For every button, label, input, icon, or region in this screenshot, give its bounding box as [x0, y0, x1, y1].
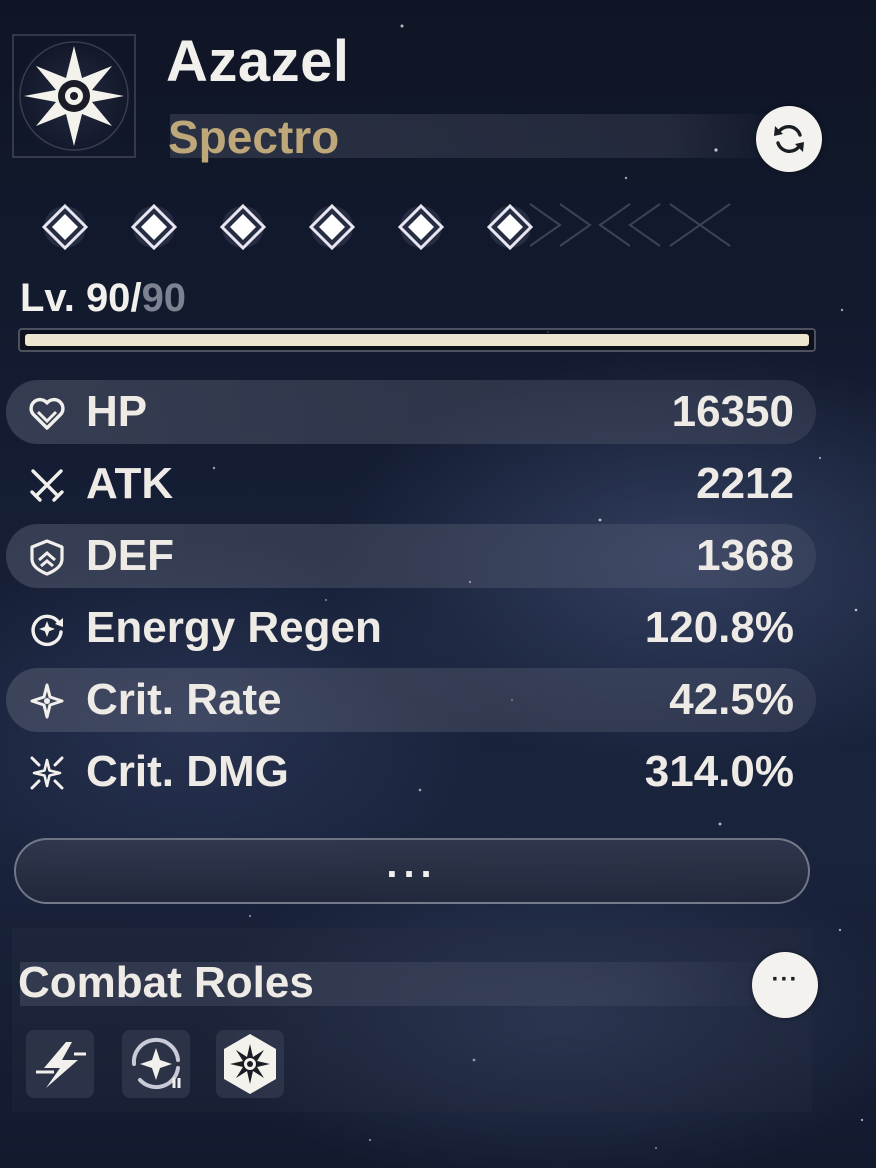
more-stats-button[interactable]: ...	[14, 838, 810, 904]
sequence-node-1[interactable]	[42, 204, 88, 250]
stat-label: HP	[86, 387, 148, 436]
energy-regen-icon	[31, 614, 63, 647]
crit-rate-star-icon	[30, 683, 64, 719]
level-max: 90	[141, 276, 187, 320]
more-stats-label: ...	[386, 842, 438, 886]
stat-value: 2212	[696, 459, 794, 508]
stat-row-crit-dmg: Crit. DMG 314.0%	[6, 740, 816, 804]
sequence-node-6[interactable]	[487, 204, 533, 250]
sequence-node-3[interactable]	[220, 204, 266, 250]
stat-row-def: DEF 1368	[6, 524, 816, 588]
level-progress-fill	[25, 334, 809, 346]
sequence-node-5[interactable]	[398, 204, 444, 250]
stat-value: 16350	[671, 387, 794, 436]
stat-row-atk: ATK 2212	[6, 452, 816, 516]
sequence-nodes	[18, 192, 738, 262]
switch-character-button[interactable]	[756, 106, 822, 172]
more-icon: ···	[771, 966, 799, 993]
support-role-icon	[131, 1037, 181, 1090]
stat-label: DEF	[86, 531, 174, 580]
stat-value: 42.5%	[669, 675, 794, 724]
element-badge	[12, 34, 136, 158]
sequence-node-2[interactable]	[131, 204, 177, 250]
level-progress-bar	[18, 328, 816, 352]
hp-heart-icon	[29, 397, 65, 430]
stat-label: ATK	[86, 459, 174, 508]
level-separator: /	[130, 276, 142, 320]
level-text: Lv. 90/90	[20, 276, 186, 321]
stat-label: Energy Regen	[86, 603, 382, 652]
combat-roles-title: Combat Roles	[18, 958, 314, 1007]
burst-role-icon	[36, 1042, 86, 1088]
combat-role-support[interactable]	[122, 1030, 190, 1098]
stat-row-energy-regen: Energy Regen 120.8%	[6, 596, 816, 660]
sequence-node-4[interactable]	[309, 204, 355, 250]
level-current: 90	[85, 276, 131, 320]
refresh-icon	[774, 125, 804, 153]
crit-dmg-stars-icon	[30, 756, 64, 790]
spectro-element-icon	[19, 41, 129, 151]
stat-value: 314.0%	[644, 747, 794, 796]
stat-value: 1368	[696, 531, 794, 580]
stat-value: 120.8%	[644, 603, 794, 652]
character-name: Azazel	[166, 29, 350, 94]
combat-role-spectro[interactable]	[216, 1030, 284, 1098]
combat-roles-more-button[interactable]: ···	[752, 952, 818, 1018]
character-attribute: Spectro	[168, 111, 340, 163]
level-prefix: Lv.	[20, 276, 86, 320]
stat-label: Crit. Rate	[86, 675, 282, 724]
stat-row-hp: HP 16350	[6, 380, 816, 444]
combat-role-burst[interactable]	[26, 1030, 94, 1098]
atk-swords-icon	[30, 469, 64, 502]
def-shield-icon	[30, 539, 64, 576]
stat-row-crit-rate: Crit. Rate 42.5%	[6, 668, 816, 732]
stat-label: Crit. DMG	[86, 747, 289, 796]
spectro-role-icon	[224, 1034, 276, 1094]
